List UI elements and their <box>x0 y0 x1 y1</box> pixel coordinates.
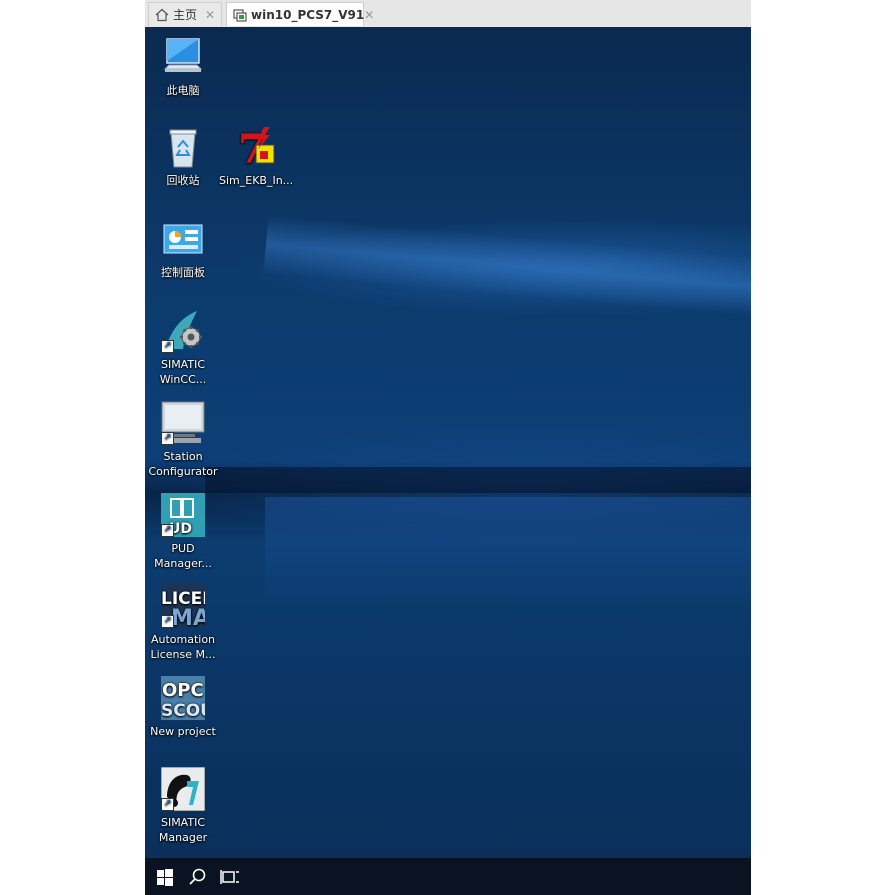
close-icon[interactable]: ✕ <box>205 8 215 22</box>
wallpaper-dark-band <box>205 467 751 493</box>
desktop-icon-new-project[interactable]: OPC SCOU New project <box>146 676 220 739</box>
desktop-icon-label: 控制面板 <box>161 266 205 279</box>
tab-vm[interactable]: win10_PCS7_V91 ✕ <box>226 2 374 26</box>
taskbar <box>145 858 751 895</box>
desktop-icon-simatic-wincc[interactable]: ↗ SIMATIC WinCC... <box>146 309 220 387</box>
simatic-manager-icon: ↗ <box>160 766 206 812</box>
tab-vm-label: win10_PCS7_V91 <box>251 7 365 22</box>
computer-icon <box>161 35 205 79</box>
desktop-icon-this-pc[interactable]: 此电脑 <box>146 35 220 98</box>
tab-home[interactable]: 主页 ✕ <box>148 2 222 26</box>
desktop-icon-control-panel[interactable]: 控制面板 <box>146 217 220 280</box>
license-glyph-bottom: MA <box>171 606 205 628</box>
desktop-icon-label: 此电脑 <box>166 84 200 97</box>
desktop-icon-automation-license-manager[interactable]: LICEN MA ↗ Automation License M... <box>146 584 220 662</box>
pud-manager-icon: UD ↗ <box>161 493 205 537</box>
wallpaper-light-beam <box>263 214 751 320</box>
desktop-icon-label: SIMATIC WinCC... <box>159 358 207 386</box>
desktop-icon-label: 回收站 <box>166 174 200 187</box>
vm-icon <box>233 8 247 22</box>
desktop-icon-label: Automation License M... <box>150 633 216 661</box>
recycle-bin-icon <box>161 125 205 169</box>
desktop: 此电脑 回收站 7 Sim_EKB_In... 控制面板 ↗ SIMATIC W… <box>145 27 751 858</box>
windows-start-icon[interactable] <box>154 866 176 888</box>
desktop-icon-station-configurator[interactable]: ↗ Station Configurator <box>146 401 220 479</box>
shortcut-arrow-icon: ↗ <box>161 524 174 537</box>
desktop-icon-label: New project <box>150 725 216 738</box>
desktop-icon-label: SIMATIC Manager <box>158 816 208 844</box>
opc-glyph-top: OPC <box>162 680 204 701</box>
shortcut-arrow-icon: ↗ <box>161 798 174 811</box>
desktop-icon-pud-manager[interactable]: UD ↗ PUD Manager... <box>146 493 220 571</box>
task-view-icon[interactable] <box>219 866 241 888</box>
wallpaper-light-beam <box>265 497 751 607</box>
sim-ekb-icon: 7 <box>234 125 278 173</box>
license-manager-icon: LICEN MA ↗ <box>161 584 216 631</box>
desktop-icon-label: Station Configurator <box>148 450 218 478</box>
shortcut-arrow-icon: ↗ <box>161 615 174 628</box>
tab-bar: 主页 ✕ win10_PCS7_V91 ✕ <box>145 0 751 28</box>
shortcut-arrow-icon: ↗ <box>161 340 174 353</box>
shortcut-arrow-icon: ↗ <box>161 432 174 445</box>
close-icon[interactable]: ✕ <box>364 8 374 22</box>
wincc-icon: ↗ <box>161 309 205 353</box>
opc-scout-icon: OPC SCOU <box>161 676 214 721</box>
desktop-icon-sim-ekb[interactable]: 7 Sim_EKB_In... <box>219 125 293 188</box>
opc-glyph-bottom: SCOU <box>161 701 205 720</box>
station-configurator-icon: ↗ <box>161 401 205 445</box>
desktop-icon-label: PUD Manager... <box>154 542 212 570</box>
search-icon[interactable] <box>187 866 209 888</box>
desktop-icon-recycle-bin[interactable]: 回收站 <box>146 125 220 188</box>
desktop-icon-simatic-manager[interactable]: ↗ SIMATIC Manager <box>146 766 220 845</box>
tab-home-label: 主页 <box>173 8 198 22</box>
home-icon <box>155 8 169 22</box>
vm-window: 主页 ✕ win10_PCS7_V91 ✕ 此电脑 回收站 7 Sim_EKB_… <box>145 0 751 895</box>
desktop-icon-label: Sim_EKB_In... <box>219 174 294 187</box>
control-panel-icon <box>161 217 205 261</box>
